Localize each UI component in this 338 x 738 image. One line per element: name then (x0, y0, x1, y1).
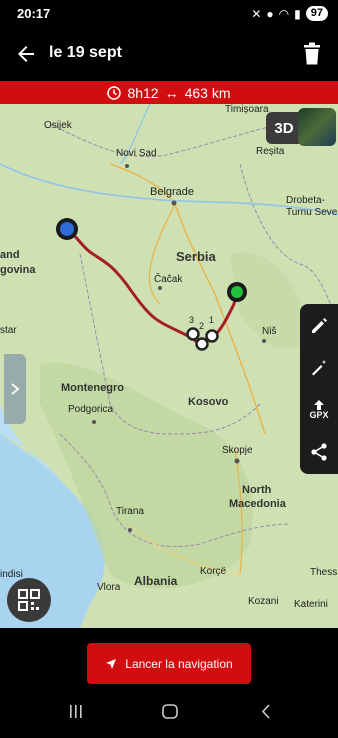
magic-wand-button[interactable] (300, 348, 338, 388)
map-view[interactable]: Osijek Timișoara Novi Sad Reșita Belgrad… (0, 104, 338, 628)
city-dot-belgrade (171, 200, 177, 206)
start-navigation-label: Lancer la navigation (125, 656, 233, 671)
country-label-montenegro: Montenegro (61, 382, 124, 394)
city-label-kozani: Kozani (248, 596, 279, 607)
satellite-layer-button[interactable] (298, 108, 336, 146)
city-label-timisoara: Timișoara (225, 104, 269, 115)
magic-wand-icon (312, 360, 326, 376)
status-icons: ✕ ● ◠ ▮ 97 (251, 6, 328, 21)
waypoint-label-3: 3 (189, 315, 195, 325)
app-bar: le 19 sept (0, 28, 338, 80)
city-label-belgrade: Belgrade (150, 186, 195, 198)
status-time: 20:17 (17, 6, 51, 21)
waypoint-1[interactable] (205, 329, 219, 343)
city-dot-tirana (128, 528, 132, 532)
route-tools-panel: GPX (300, 304, 338, 474)
city-label-skopje: Skopje (222, 445, 253, 456)
edge-label-indisi: indisi (0, 569, 23, 580)
country-label-serbia: Serbia (176, 249, 216, 264)
home-icon[interactable] (162, 704, 178, 719)
edge-label-and: and (0, 249, 20, 261)
city-label-thessaloniki: Thess (310, 567, 338, 578)
waypoint-label-1: 1 (209, 315, 215, 325)
start-navigation-button[interactable]: Lancer la navigation (87, 643, 251, 684)
city-label-nis: Niš (262, 326, 277, 337)
waypoint-2[interactable] (195, 337, 209, 351)
signal-icon: ▮ (294, 6, 301, 21)
city-label-resita: Reșita (256, 146, 285, 157)
qr-code-button[interactable] (7, 578, 51, 622)
back-nav-icon[interactable] (261, 704, 270, 719)
gpx-label: GPX (309, 410, 329, 420)
system-nav-bar (0, 689, 338, 733)
distance-arrows-icon: ↔ (164, 84, 179, 101)
route-duration: 8h12 (127, 84, 159, 101)
city-label-katerini: Katerini (294, 599, 328, 610)
city-label-novi-sad: Novi Sad (116, 148, 157, 159)
country-label-macedonia: Macedonia (229, 498, 286, 510)
navigation-arrow-icon (106, 658, 117, 669)
clock-icon (107, 85, 122, 100)
export-gpx-button[interactable]: GPX (300, 390, 338, 430)
road-b (148, 203, 176, 305)
edge-label-govina: govina (0, 264, 36, 276)
country-label-kosovo: Kosovo (188, 396, 229, 408)
city-label-korce: Korçë (200, 566, 227, 577)
side-panel-toggle[interactable] (4, 354, 26, 424)
city-label-drobeta: Drobeta- (286, 195, 325, 206)
mute-icon: ✕ (251, 6, 262, 21)
map-canvas (0, 104, 338, 628)
share-button[interactable] (300, 432, 338, 472)
route-distance: 463 km (184, 84, 231, 101)
edge-label-star: star (0, 325, 17, 336)
waypoint-label-2: 2 (199, 321, 205, 331)
pencil-icon (312, 318, 327, 333)
city-dot-nis (262, 339, 266, 343)
edit-route-button[interactable] (300, 306, 338, 346)
start-marker[interactable] (60, 222, 74, 236)
chevron-right-icon (11, 383, 20, 395)
page-title: le 19 sept (49, 44, 122, 61)
battery-badge: 97 (305, 6, 328, 21)
recents-icon[interactable] (70, 705, 82, 718)
border-north (49, 123, 281, 158)
share-icon (311, 443, 327, 461)
waypoint-3[interactable] (186, 327, 200, 341)
wifi-icon: ◠ (278, 6, 290, 21)
city-label-tirana: Tirana (116, 506, 144, 517)
upload-icon (314, 400, 324, 410)
country-label-north: North (242, 484, 272, 496)
delete-icon[interactable] (302, 42, 322, 66)
location-icon: ● (266, 6, 274, 21)
city-label-podgorica: Podgorica (68, 404, 114, 415)
city-label-osijek: Osijek (44, 120, 72, 131)
city-dot-skopje (234, 458, 240, 464)
back-arrow-icon[interactable] (14, 42, 38, 66)
city-label-turnu-severin: Turnu Seve (286, 207, 338, 218)
status-bar: 20:17 ✕ ● ◠ ▮ 97 (0, 0, 338, 28)
system-nav-icons (70, 704, 270, 719)
route-summary-bar: 8h12 ↔ 463 km (0, 81, 338, 104)
3d-toggle-button[interactable]: 3D (266, 112, 302, 144)
country-label-albania: Albania (134, 574, 178, 588)
city-dot-novi-sad (125, 164, 129, 168)
city-label-cacak: Čačak (154, 274, 183, 285)
qr-code-icon (18, 589, 40, 611)
city-dot-cacak (158, 286, 162, 290)
end-marker[interactable] (231, 286, 243, 298)
city-dot-podgorica (92, 420, 96, 424)
city-label-vlora: Vlora (97, 582, 121, 593)
